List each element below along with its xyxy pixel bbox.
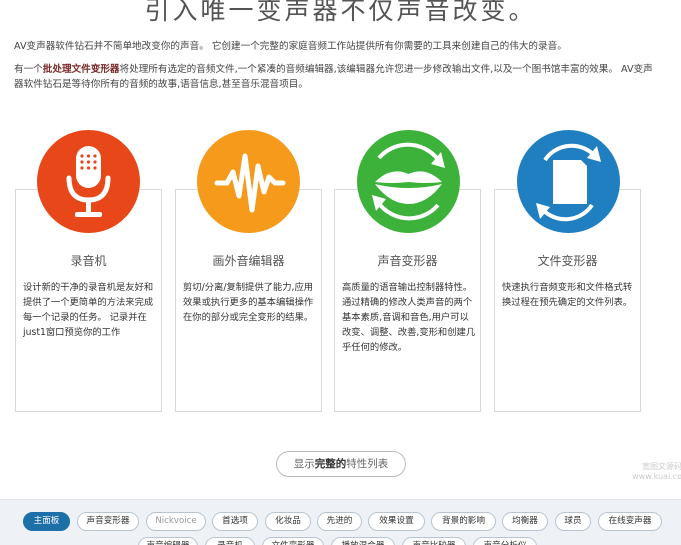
tag-voice-changer[interactable]: 声音变形器	[77, 512, 139, 531]
intro-paragraph-2: 有一个批处理文件变形器将处理所有选定的音频文件,一个紧凑的音频编辑器,该编辑器允…	[14, 62, 654, 92]
feature-title: 录音机	[70, 254, 107, 268]
tag-player[interactable]: 球员	[555, 512, 591, 531]
watermark: 宽图文源码 www.kuai.co	[632, 462, 681, 481]
feature-desc: 设计新的干净的录音机是友好和提供了一个更简单的方法来完成每一个记录的任务。 记录…	[23, 282, 154, 338]
tag-voice-analyzer[interactable]: 声音分析仪	[473, 537, 537, 545]
tag-online-voice-changer[interactable]: 在线变声器	[598, 512, 662, 531]
feature-title: 画外音编辑器	[212, 254, 285, 268]
tag-file-morpher[interactable]: 文件变形器	[262, 537, 324, 545]
tag-cosmetics[interactable]: 化妆品	[265, 512, 311, 531]
microphone-icon[interactable]	[37, 130, 140, 233]
file-convert-icon[interactable]	[517, 130, 620, 233]
tag-equalizer[interactable]: 均衡器	[502, 512, 548, 531]
lips-icon[interactable]	[357, 130, 460, 233]
tag-voice-editor[interactable]: 声音编辑器	[138, 537, 198, 545]
show-suffix: 特性列表	[346, 458, 389, 470]
feature-desc: 剪切/分离/复制提供了能力,应用效果或执行更多的基本编辑操作在你的部分或完全变形…	[183, 282, 314, 323]
feature-title: 声音变形器	[377, 254, 438, 268]
feature-title: 文件变形器	[537, 254, 598, 268]
batch-converter-link[interactable]: 批处理文件变形器	[43, 64, 120, 75]
tag-advanced[interactable]: 先进的	[317, 512, 362, 531]
waveform-icon[interactable]	[197, 130, 300, 233]
show-bold: 完整的	[314, 458, 347, 470]
show-prefix: 显示	[293, 458, 315, 470]
feature-desc: 高质量的语音输出控制器特性。 通过精确的修改人类声音的两个基本素质,音调和音色,…	[342, 282, 476, 353]
feature-tag-bar: 主面板 声音变形器 Nickvoice 首选项 化妆品 先进的 效果设置 背景的…	[0, 499, 681, 545]
tag-recorder[interactable]: 录音机	[205, 537, 255, 545]
tag-preferences[interactable]: 首选项	[212, 512, 258, 531]
tag-voice-comparator[interactable]: 声音比较器	[402, 537, 466, 545]
tag-playback-mixer[interactable]: 播放混合器	[331, 537, 395, 545]
tag-nickvoice[interactable]: Nickvoice	[146, 512, 206, 531]
intro-prefix: 有一个	[14, 64, 43, 75]
tag-background-effects[interactable]: 背景的影响	[431, 512, 496, 531]
page-title: 引入唯一变声器不仅声音改变。	[144, 0, 537, 25]
show-full-feature-list-button[interactable]: 显示完整的特性列表	[276, 451, 406, 477]
tag-effect-settings[interactable]: 效果设置	[368, 512, 425, 531]
tag-main-panel[interactable]: 主面板	[23, 512, 70, 531]
feature-desc: 快速执行音频变形和文件格式转换过程在预先确定的文件列表。	[502, 282, 633, 308]
intro-paragraph-1: AV变声器软件钻石并不简单地改变你的声音。 它创建一个完整的家庭音频工作站提供所…	[14, 41, 567, 52]
